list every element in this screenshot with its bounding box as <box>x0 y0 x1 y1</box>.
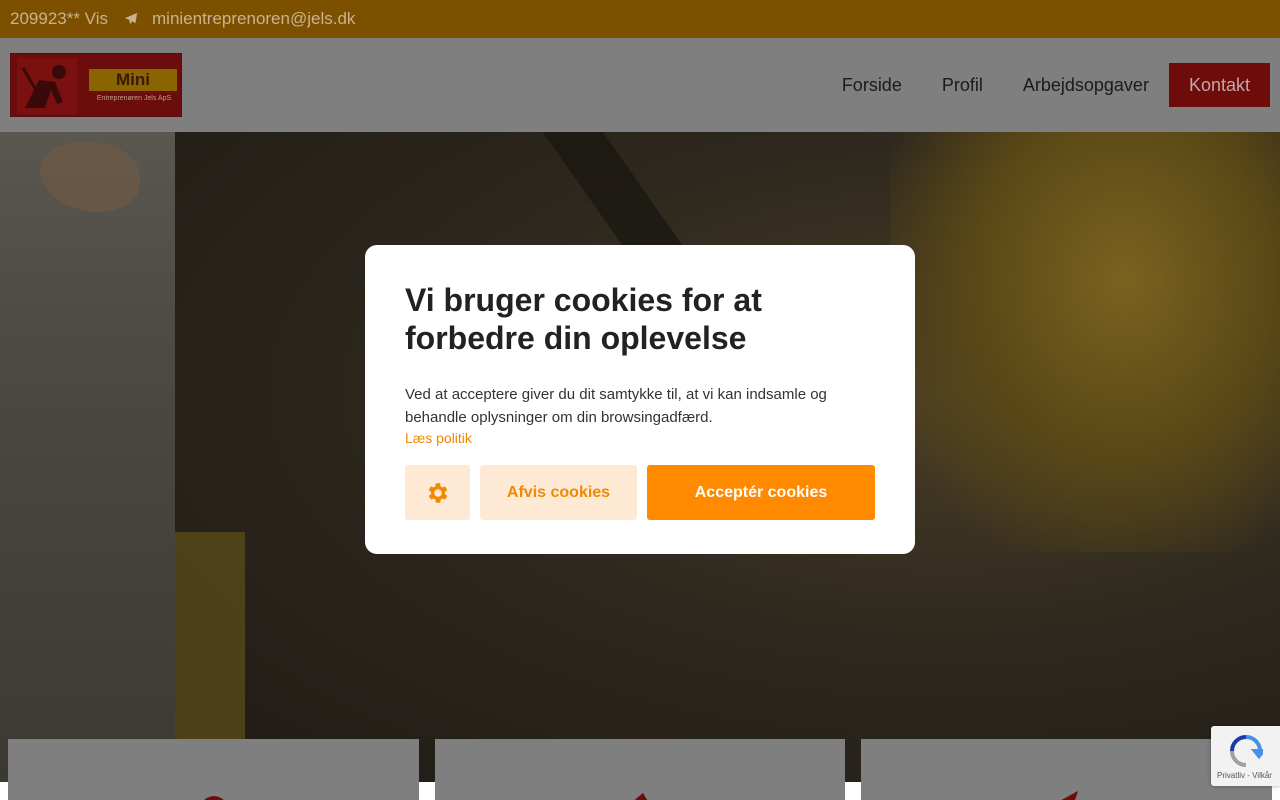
phone-number[interactable]: 209923** Vis <box>10 9 108 29</box>
site-header: Mini Entreprenøren Jels ApS Forside Prof… <box>0 38 1280 132</box>
cookie-actions: Afvis cookies Acceptér cookies <box>405 465 875 520</box>
service-icon <box>634 793 648 800</box>
nav-forside[interactable]: Forside <box>842 75 902 96</box>
nav-arbejdsopgaver[interactable]: Arbejdsopgaver <box>1023 75 1149 96</box>
policy-link[interactable]: Læs politik <box>405 430 875 446</box>
cookie-settings-button[interactable] <box>405 465 470 520</box>
company-logo[interactable]: Mini Entreprenøren Jels ApS <box>10 53 182 117</box>
gear-icon <box>428 482 447 503</box>
recaptcha-icon <box>1230 735 1263 767</box>
cookie-description: Ved at acceptere giver du dit samtykke t… <box>405 386 827 426</box>
main-nav: Forside Profil Arbejdsopgaver Kontakt <box>802 63 1270 107</box>
logo-mini-text: Mini <box>89 69 177 91</box>
service-icon <box>203 796 224 800</box>
recaptcha-badge[interactable]: Privatliv - Vilkår <box>1211 726 1280 786</box>
worker-figure-icon <box>17 58 77 114</box>
service-card <box>8 739 419 800</box>
top-bar: 209923** Vis minientreprenoren@jels.dk <box>0 0 1280 38</box>
cookie-title: Vi bruger cookies for at forbedre din op… <box>405 282 762 356</box>
email-link[interactable]: minientreprenoren@jels.dk <box>152 9 355 29</box>
cookie-consent-dialog: Vi bruger cookies for at forbedre din op… <box>365 245 915 554</box>
paper-plane-icon <box>124 12 138 26</box>
accept-cookies-button[interactable]: Acceptér cookies <box>647 465 875 520</box>
service-icon <box>1061 791 1078 800</box>
decline-cookies-button[interactable]: Afvis cookies <box>480 465 637 520</box>
nav-kontakt-button[interactable]: Kontakt <box>1168 63 1270 107</box>
nav-profil[interactable]: Profil <box>942 75 983 96</box>
hero-side-image <box>0 132 175 782</box>
recaptcha-links[interactable]: Privatliv - Vilkår <box>1217 771 1272 780</box>
service-card <box>435 739 845 800</box>
logo-tagline: Entreprenøren Jels ApS <box>96 95 172 102</box>
